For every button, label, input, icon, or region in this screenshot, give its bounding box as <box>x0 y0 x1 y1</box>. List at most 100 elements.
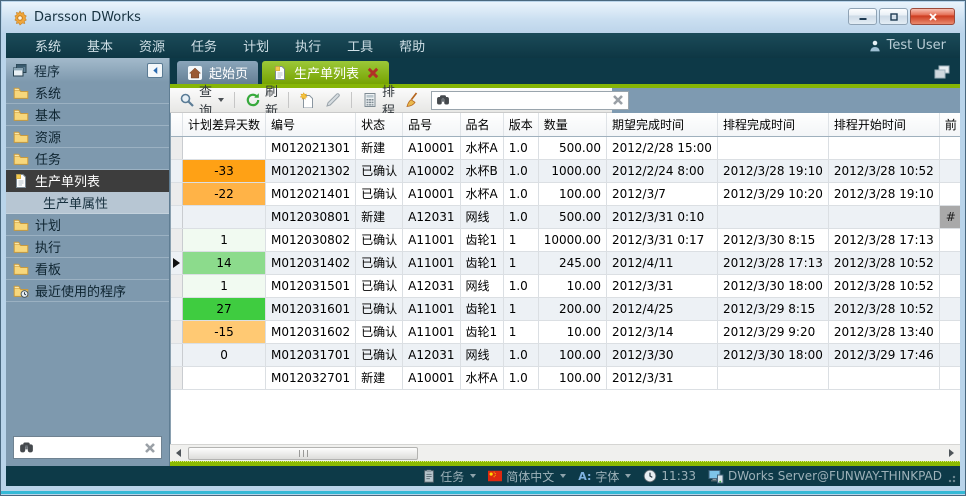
cell[interactable] <box>939 251 960 274</box>
cell[interactable]: M012030801 <box>266 205 356 228</box>
cell[interactable]: 500.00 <box>538 136 606 159</box>
column-header[interactable]: 期望完成时间 <box>607 113 718 136</box>
row-selector[interactable] <box>171 343 183 366</box>
cell[interactable]: 2012/3/30 8:15 <box>717 228 828 251</box>
diff-days-cell[interactable] <box>183 366 266 389</box>
column-header[interactable]: 品名 <box>460 113 503 136</box>
cell[interactable]: 1.0 <box>503 136 538 159</box>
cell[interactable]: 2012/3/28 17:13 <box>828 228 939 251</box>
cell[interactable] <box>939 136 960 159</box>
font-status-item[interactable]: A: 字体 <box>578 468 631 485</box>
cell[interactable]: 网线 <box>460 205 503 228</box>
cell[interactable] <box>939 297 960 320</box>
cell[interactable]: 2012/3/30 <box>607 343 718 366</box>
cell[interactable]: 网线 <box>460 343 503 366</box>
column-header[interactable]: 计划差异天数 <box>183 113 266 136</box>
cell[interactable]: 1.0 <box>503 366 538 389</box>
cell[interactable]: 已确认 <box>356 228 403 251</box>
row-selector[interactable] <box>171 251 183 274</box>
cell[interactable]: M012021301 <box>266 136 356 159</box>
cell[interactable] <box>717 205 828 228</box>
scroll-left-icon[interactable] <box>170 446 186 461</box>
cell[interactable]: A10001 <box>403 182 460 205</box>
cell[interactable]: 2012/3/28 10:52 <box>828 274 939 297</box>
cell[interactable]: A11001 <box>403 320 460 343</box>
cell[interactable]: 2012/3/28 19:10 <box>717 159 828 182</box>
diff-days-cell[interactable]: -22 <box>183 182 266 205</box>
column-header[interactable]: 排程完成时间 <box>717 113 828 136</box>
cell[interactable]: 2012/3/30 18:00 <box>717 343 828 366</box>
cell[interactable]: M012021401 <box>266 182 356 205</box>
diff-days-cell[interactable]: -15 <box>183 320 266 343</box>
cell[interactable]: 10.00 <box>538 274 606 297</box>
row-selector[interactable] <box>171 366 183 389</box>
menu-item[interactable]: 帮助 <box>386 36 438 55</box>
table-row[interactable]: 1M012031501已确认A12031网线1.010.002012/3/312… <box>171 274 960 297</box>
cell[interactable] <box>939 182 960 205</box>
table-row[interactable]: -22M012021401已确认A10001水杯A1.0100.002012/3… <box>171 182 960 205</box>
cell[interactable]: 10000.00 <box>538 228 606 251</box>
cell[interactable]: 2012/3/28 19:10 <box>828 182 939 205</box>
cell[interactable]: 200.00 <box>538 297 606 320</box>
diff-days-cell[interactable]: 1 <box>183 228 266 251</box>
maximize-button[interactable] <box>879 8 908 25</box>
cell[interactable]: 10.00 <box>538 320 606 343</box>
cell[interactable]: A11001 <box>403 228 460 251</box>
menu-item[interactable]: 执行 <box>282 36 334 55</box>
diff-days-cell[interactable] <box>183 136 266 159</box>
cell[interactable]: 新建 <box>356 366 403 389</box>
table-row[interactable]: M012032701新建A10001水杯A1.0100.002012/3/31 <box>171 366 960 389</box>
cell[interactable]: 网线 <box>460 274 503 297</box>
cell[interactable]: 2012/3/28 10:52 <box>828 297 939 320</box>
sidebar-item[interactable]: 生产单属性 <box>6 192 169 214</box>
sidebar-item[interactable]: 基本 <box>6 104 169 126</box>
cell[interactable]: A12031 <box>403 274 460 297</box>
cell[interactable]: 齿轮1 <box>460 297 503 320</box>
row-selector[interactable] <box>171 297 183 320</box>
table-row[interactable]: 27M012031601已确认A11001齿轮11200.002012/4/25… <box>171 297 960 320</box>
cell[interactable] <box>828 136 939 159</box>
cell[interactable]: M012032701 <box>266 366 356 389</box>
cell[interactable]: 1 <box>503 297 538 320</box>
cell[interactable]: 2012/4/25 <box>607 297 718 320</box>
cell[interactable]: 2012/3/30 18:00 <box>717 274 828 297</box>
cell[interactable]: M012021302 <box>266 159 356 182</box>
cell[interactable]: 已确认 <box>356 343 403 366</box>
column-header[interactable]: 编号 <box>266 113 356 136</box>
table-row[interactable]: M012030801新建A12031网线1.0500.002012/3/31 0… <box>171 205 960 228</box>
diff-days-cell[interactable]: 1 <box>183 274 266 297</box>
cell[interactable]: 水杯A <box>460 136 503 159</box>
column-header[interactable]: 排程开始时间 <box>828 113 939 136</box>
menu-item[interactable]: 系统 <box>22 36 74 55</box>
cell[interactable] <box>939 159 960 182</box>
cell[interactable]: 齿轮1 <box>460 228 503 251</box>
menu-item[interactable]: 基本 <box>74 36 126 55</box>
cell[interactable]: 1 <box>503 228 538 251</box>
cell[interactable]: 1.0 <box>503 205 538 228</box>
row-selector[interactable] <box>171 320 183 343</box>
cell[interactable] <box>939 366 960 389</box>
cell[interactable]: 2012/2/24 8:00 <box>607 159 718 182</box>
cell[interactable]: 已确认 <box>356 251 403 274</box>
menu-item[interactable]: 工具 <box>334 36 386 55</box>
column-header[interactable]: 版本 <box>503 113 538 136</box>
menu-item[interactable]: 任务 <box>178 36 230 55</box>
cell[interactable]: 1 <box>503 251 538 274</box>
resize-grip[interactable] <box>948 475 956 483</box>
row-selector[interactable] <box>171 228 183 251</box>
sidebar-search-clear-icon[interactable] <box>144 442 156 454</box>
cell[interactable]: 2012/3/31 <box>607 274 718 297</box>
close-icon[interactable] <box>367 67 379 79</box>
row-selector[interactable] <box>171 274 183 297</box>
cell[interactable]: 已确认 <box>356 274 403 297</box>
diff-days-cell[interactable]: 0 <box>183 343 266 366</box>
cell[interactable]: 1.0 <box>503 343 538 366</box>
sidebar-item[interactable]: 计划 <box>6 214 169 236</box>
cell[interactable]: 2012/3/29 17:46 <box>828 343 939 366</box>
sidebar-item[interactable]: 资源 <box>6 126 169 148</box>
cell[interactable]: 已确认 <box>356 297 403 320</box>
tasks-status-item[interactable]: 任务 <box>422 468 476 485</box>
cell[interactable]: 已确认 <box>356 320 403 343</box>
cell[interactable]: 齿轮1 <box>460 251 503 274</box>
cell[interactable]: 1 <box>503 320 538 343</box>
